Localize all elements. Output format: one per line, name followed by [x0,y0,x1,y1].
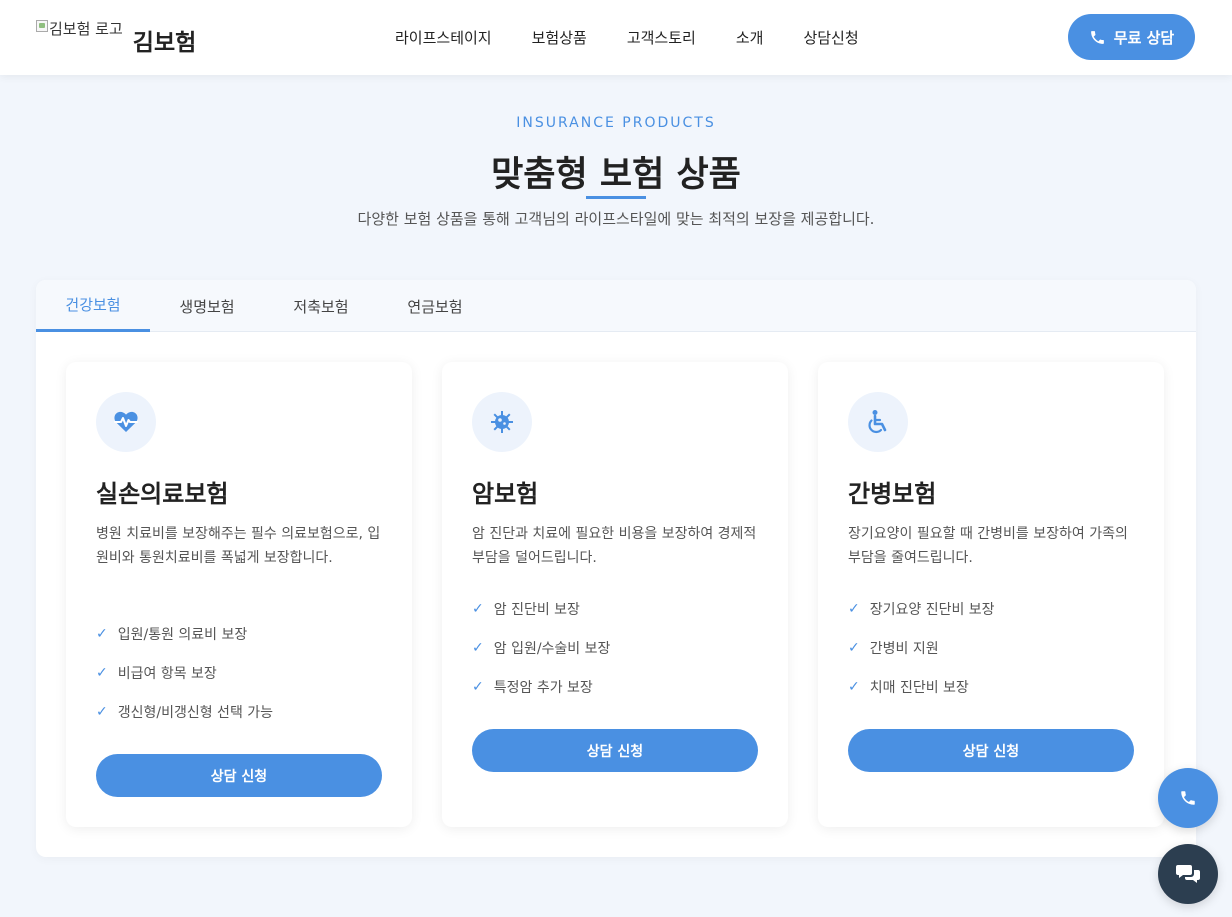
feature-item: ✓ 암 입원/수술비 보장 [472,638,610,658]
brand-name: 김보험 [132,30,197,56]
check-icon: ✓ [848,601,860,617]
logo-alt-text: 김보험 로고 [49,20,123,38]
tab-pension[interactable]: 연금보험 [378,280,492,332]
feature-item: ✓ 입원/통원 의료비 보장 [96,624,247,644]
heartbeat-icon [96,392,156,452]
virus-icon [472,392,532,452]
check-icon: ✓ [472,601,484,617]
site-header: 김보험 로고 김보험 라이프스테이지 보험상품 고객스토리 소개 상담신청 무료… [0,0,1232,75]
section-title: 맞춤형 보험 상품 [491,155,741,195]
product-card-cancer: 암보험 암 진단과 치료에 필요한 비용을 보장하여 경제적 부담을 덜어드립니… [442,362,788,827]
feature-label: 갱신형/비갱신형 선택 가능 [117,705,274,721]
card-title: 암보험 [472,480,539,508]
feature-item: ✓ 암 진단비 보장 [472,599,580,619]
tab-savings[interactable]: 저축보험 [264,280,378,332]
main-nav: 라이프스테이지 보험상품 고객스토리 소개 상담신청 [395,27,899,48]
floating-chat-button[interactable] [1158,844,1218,904]
feature-label: 장기요양 진단비 보장 [869,602,995,618]
broken-image-icon [36,20,48,32]
free-consult-label: 무료 상담 [1113,28,1175,47]
feature-label: 입원/통원 의료비 보장 [117,627,248,643]
feature-label: 암 입원/수술비 보장 [493,641,611,657]
card-description: 병원 치료비를 보장해주는 필수 의료보험으로, 입원비와 통원치료비를 폭넓게… [96,526,381,566]
title-underline [586,196,646,199]
card-title: 간병보험 [848,480,937,508]
nav-products[interactable]: 보험상품 [532,27,587,48]
check-icon: ✓ [848,640,860,656]
section-description: 다양한 보험 상품을 통해 고객님의 라이프스타일에 맞는 최적의 보장을 제공… [357,210,875,228]
logo[interactable]: 김보험 로고 김보험 [36,18,196,57]
check-icon: ✓ [472,679,484,695]
card-title: 실손의료보험 [96,480,229,508]
logo-image: 김보험 로고 [36,18,123,39]
free-consult-button[interactable]: 무료 상담 [1068,14,1195,60]
floating-call-button[interactable] [1158,768,1218,828]
nav-lifestage[interactable]: 라이프스테이지 [395,27,492,48]
feature-label: 비급여 항목 보장 [117,666,217,682]
check-icon: ✓ [96,626,108,642]
feature-label: 특정암 추가 보장 [493,680,593,696]
nav-stories[interactable]: 고객스토리 [627,27,696,48]
section-eyebrow: INSURANCE PRODUCTS [516,115,716,131]
card-description: 암 진단과 치료에 필요한 비용을 보장하여 경제적 부담을 덜어드립니다. [472,526,757,566]
consult-apply-button[interactable]: 상담 신청 [472,729,758,772]
feature-item: ✓ 특정암 추가 보장 [472,677,593,697]
check-icon: ✓ [96,704,108,720]
card-description: 장기요양이 필요할 때 간병비를 보장하여 가족의 부담을 줄여드립니다. [848,526,1128,566]
feature-item: ✓ 비급여 항목 보장 [96,663,217,683]
check-icon: ✓ [848,679,860,695]
feature-item: ✓ 갱신형/비갱신형 선택 가능 [96,702,273,722]
chat-bubbles-icon [1176,865,1200,883]
feature-item: ✓ 간병비 지원 [848,638,939,658]
phone-icon [1090,30,1104,44]
nav-consult[interactable]: 상담신청 [803,27,858,48]
product-card-care: 간병보험 장기요양이 필요할 때 간병비를 보장하여 가족의 부담을 줄여드립니… [818,362,1164,827]
feature-label: 간병비 지원 [869,641,939,657]
wheelchair-icon [848,392,908,452]
product-card-medical: 실손의료보험 병원 치료비를 보장해주는 필수 의료보험으로, 입원비와 통원치… [66,362,412,827]
nav-about[interactable]: 소개 [736,27,764,48]
phone-icon [1181,791,1195,805]
products-panel: 건강보험 생명보험 저축보험 연금보험 실손의료보험 병원 치료비를 보장해주는… [36,280,1196,857]
feature-label: 암 진단비 보장 [493,602,580,618]
tab-health[interactable]: 건강보험 [36,280,150,332]
check-icon: ✓ [472,640,484,656]
consult-apply-button[interactable]: 상담 신청 [848,729,1134,772]
feature-label: 치매 진단비 보장 [869,680,969,696]
tab-life[interactable]: 생명보험 [150,280,264,332]
feature-item: ✓ 치매 진단비 보장 [848,677,969,697]
consult-apply-button[interactable]: 상담 신청 [96,754,382,797]
check-icon: ✓ [96,665,108,681]
feature-item: ✓ 장기요양 진단비 보장 [848,599,995,619]
product-tabs: 건강보험 생명보험 저축보험 연금보험 [36,280,1196,332]
